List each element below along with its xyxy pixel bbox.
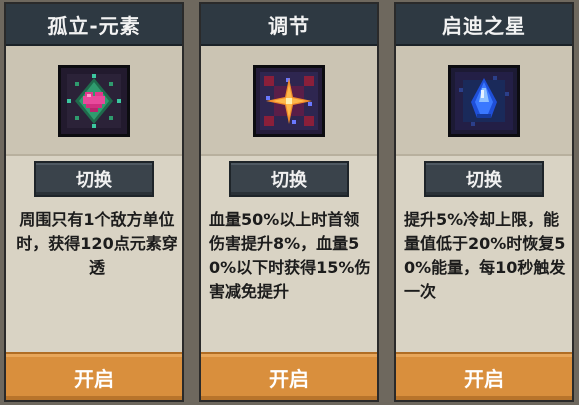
talent-description: 提升5%冷却上限，能量值低于20%时恢复50%能量，每10秒触发一次 bbox=[404, 210, 566, 301]
card-title: 启迪之星 bbox=[442, 13, 526, 38]
card-header: 孤立-元素 bbox=[6, 4, 182, 46]
talent-description: 周围只有1个敌方单位时，获得120点元素穿透 bbox=[16, 210, 178, 277]
card-header: 启迪之星 bbox=[396, 4, 572, 46]
card-header: 调节 bbox=[201, 4, 377, 46]
enable-button[interactable]: 开启 bbox=[201, 352, 377, 400]
talent-card-star-of-enlightenment: 启迪之星 切换 提升5%冷却上限，能量值低于20%时恢复50%能量，每10秒触发… bbox=[394, 2, 574, 402]
switch-button[interactable]: 切换 bbox=[424, 161, 544, 197]
icon-panel bbox=[201, 46, 377, 156]
card-title: 孤立-元素 bbox=[47, 13, 141, 38]
card-title: 调节 bbox=[268, 13, 310, 38]
icon-panel bbox=[6, 46, 182, 156]
talent-description: 血量50%以上时首领伤害提升8%，血量50%以下时获得15%伤害减免提升 bbox=[209, 210, 371, 301]
switch-button[interactable]: 切换 bbox=[34, 161, 154, 197]
switch-button[interactable]: 切换 bbox=[229, 161, 349, 197]
icon-panel bbox=[396, 46, 572, 156]
gem-pink-green-icon bbox=[58, 65, 130, 137]
crystal-blue-icon bbox=[448, 65, 520, 137]
star-orange-icon bbox=[253, 65, 325, 137]
enable-button[interactable]: 开启 bbox=[396, 352, 572, 400]
talent-card-isolation-element: 孤立-元素 切换 周围只有1个敌方单位时，获得120点元素穿透 开启 bbox=[4, 2, 184, 402]
enable-button[interactable]: 开启 bbox=[6, 352, 182, 400]
talent-selection-screen: 孤立-元素 切换 周围只有1个敌方单位时，获得120点元素穿透 开启 调节 切换… bbox=[0, 0, 579, 405]
talent-card-regulation: 调节 切换 血量50%以上时首领伤害提升8%，血量50%以下时获得15%伤害减免… bbox=[199, 2, 379, 402]
